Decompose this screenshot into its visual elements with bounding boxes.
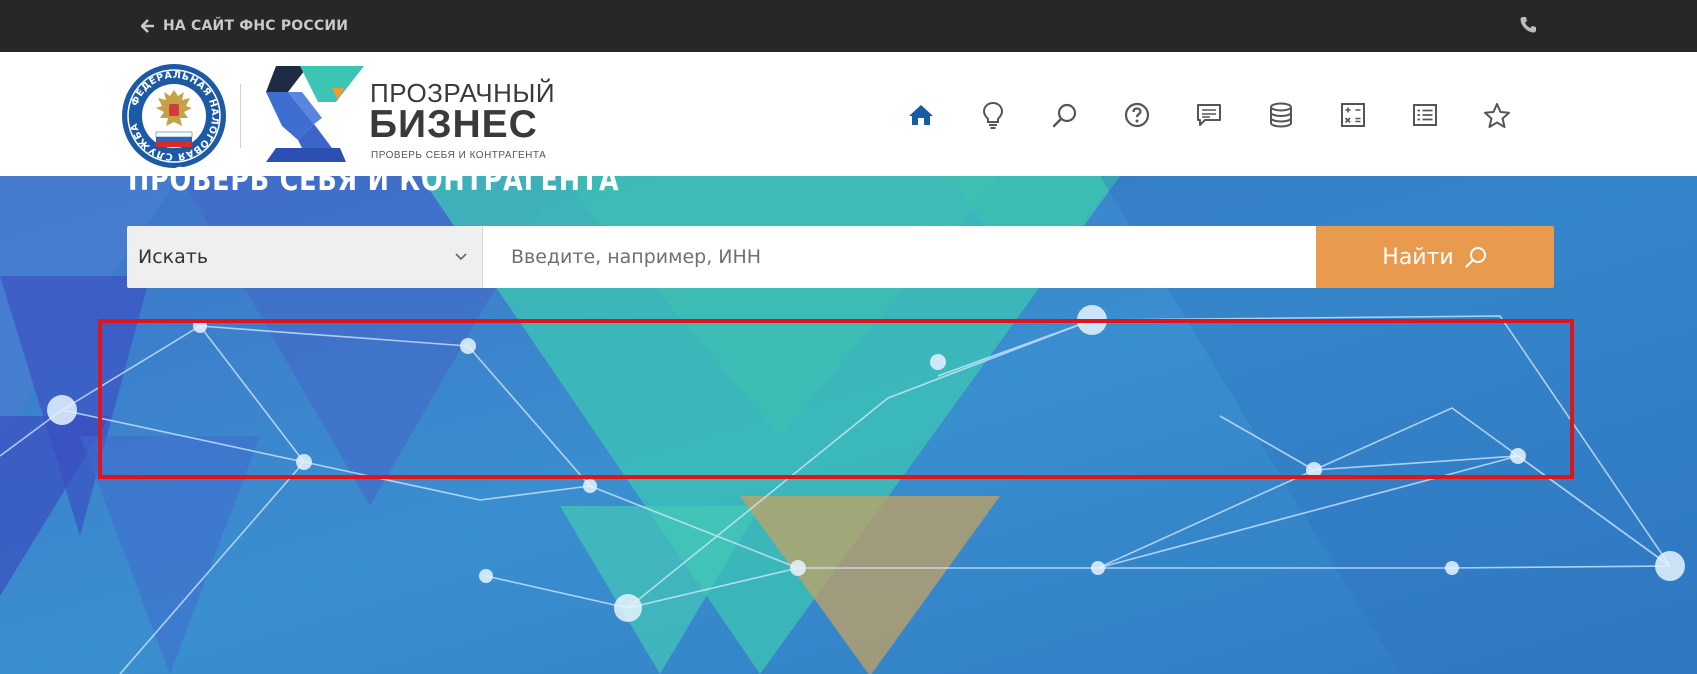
list-icon [1413, 104, 1437, 126]
logo-title-line-2: БИЗНЕС [369, 103, 538, 146]
lightbulb-icon [982, 101, 1004, 129]
search-type-select[interactable]: Искать [127, 226, 483, 288]
fns-emblem-logo[interactable]: ФЕДЕРАЛЬНАЯ НАЛОГОВАЯ СЛУЖБА [120, 62, 228, 170]
search-input-wrapper [483, 226, 1316, 288]
search-icon [1052, 103, 1077, 128]
nav-favorites[interactable] [1481, 99, 1513, 131]
site-header: ФЕДЕРАЛЬНАЯ НАЛОГОВАЯ СЛУЖБА ПРОЗРАЧНЫЙ … [0, 52, 1697, 176]
hero-title: ПРОВЕРЬ СЕБЯ И КОНТРАГЕНТА [128, 162, 620, 198]
top-bar: НА САЙТ ФНС РОССИИ [0, 0, 1697, 52]
search-panel-highlight [98, 319, 1574, 479]
logo-tagline: ПРОВЕРЬ СЕБЯ И КОНТРАГЕНТА [371, 150, 547, 161]
home-icon [909, 105, 933, 125]
chat-icon [1197, 104, 1221, 126]
logo-divider [240, 84, 241, 148]
search-type-value: Искать [138, 246, 209, 268]
calculator-icon [1341, 103, 1365, 127]
nav-home[interactable] [905, 99, 937, 131]
nav-ideas[interactable] [977, 99, 1009, 131]
help-icon [1124, 102, 1150, 128]
search-icon [1465, 247, 1486, 268]
search-form: Искать Найти [127, 226, 1554, 288]
database-icon [1270, 102, 1292, 128]
nav-help[interactable] [1121, 99, 1153, 131]
nav-database[interactable] [1265, 99, 1297, 131]
nav-list[interactable] [1409, 99, 1441, 131]
chevron-down-icon [455, 253, 467, 261]
search-button[interactable]: Найти [1316, 226, 1554, 288]
phone-icon[interactable] [1518, 15, 1538, 35]
search-button-label: Найти [1382, 244, 1454, 270]
back-to-fns-link[interactable]: НА САЙТ ФНС РОССИИ [141, 15, 348, 37]
search-input[interactable] [483, 226, 1316, 288]
nav-feedback[interactable] [1193, 99, 1225, 131]
nav-calculator[interactable] [1337, 99, 1369, 131]
star-icon [1484, 102, 1510, 128]
arrow-left-icon [141, 19, 154, 33]
nav-search[interactable] [1049, 99, 1081, 131]
back-link-label: НА САЙТ ФНС РОССИИ [163, 18, 349, 34]
transparent-business-logo-mark[interactable] [262, 66, 364, 162]
